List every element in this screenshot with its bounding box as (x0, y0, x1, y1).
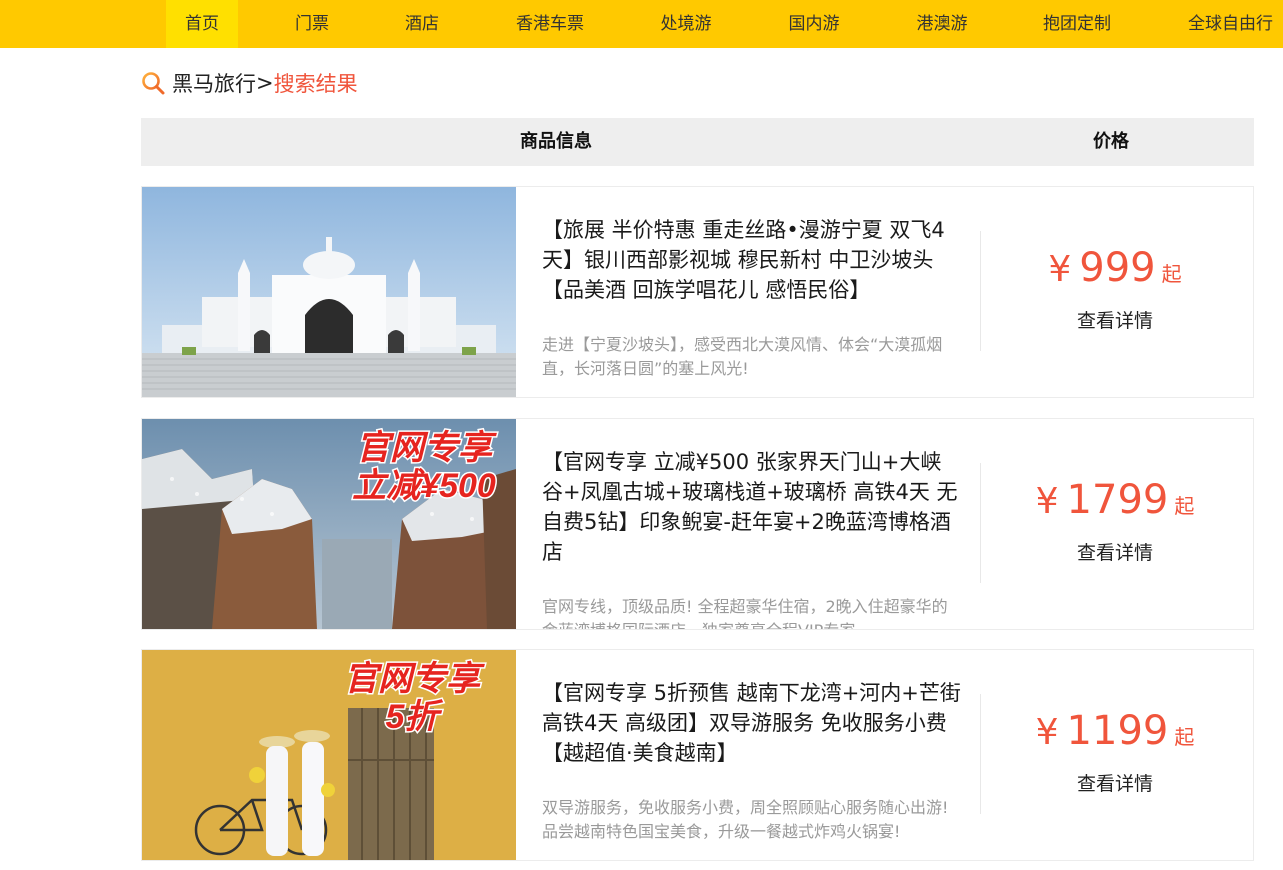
price-suffix: 起 (1174, 725, 1195, 749)
currency-symbol: ¥ (1035, 712, 1059, 753)
product-info: 【官网专享 5折预售 越南下龙湾+河内+芒街 高铁4天 高级团】双导游服务 免收… (542, 678, 962, 768)
breadcrumb: 黑马旅行 > 搜索结果 (140, 66, 358, 100)
nav-item-global-free-travel[interactable]: 全球自由行 (1174, 0, 1283, 48)
product-description: 双导游服务，免收服务小费，周全照顾贴心服务随心出游! 品尝越南特色国宝美食，升级… (542, 798, 949, 841)
price-value: 999 (1079, 245, 1156, 291)
nav-item-hk-macau-tours[interactable]: 港澳游 (899, 0, 985, 48)
view-details-link[interactable]: 查看详情 (982, 538, 1248, 565)
price-suffix: 起 (1161, 262, 1182, 286)
price-value: 1199 (1066, 708, 1169, 754)
product-info: 【旅展 半价特惠 重走丝路•漫游宁夏 双飞4天】银川西部影视城 穆民新村 中卫沙… (542, 215, 962, 305)
product-title[interactable]: 【官网专享 立减¥500 张家界天门山+大峡谷+凤凰古城+玻璃栈道+玻璃桥 高铁… (542, 447, 962, 567)
breadcrumb-current: 搜索结果 (273, 72, 358, 96)
nav-item-domestic-tours[interactable]: 国内游 (771, 0, 857, 48)
nav-item-tickets[interactable]: 门票 (276, 0, 348, 48)
view-details-link[interactable]: 查看详情 (982, 306, 1248, 333)
breadcrumb-home-link[interactable]: 黑马旅行 (172, 68, 256, 98)
price-box: ¥999 起 查看详情 (982, 242, 1248, 333)
currency-symbol: ¥ (1048, 249, 1072, 290)
product-price: ¥1799 起 (982, 474, 1248, 532)
nav-item-hk-bus-tickets[interactable]: 香港车票 (500, 0, 600, 48)
promo-banner-line2: 立减¥500 (352, 467, 496, 505)
product-row[interactable]: 官网专享 立减¥500 【官网专享 立减¥500 张家界天门山+大峡谷+凤凰古城… (141, 418, 1254, 630)
nav-item-hotels[interactable]: 酒店 (386, 0, 458, 48)
product-row[interactable]: 【旅展 半价特惠 重走丝路•漫游宁夏 双飞4天】银川西部影视城 穆民新村 中卫沙… (141, 186, 1254, 398)
product-image-vietnam[interactable]: 官网专享 5折 (142, 650, 516, 860)
product-row[interactable]: 官网专享 5折 【官网专享 5折预售 越南下龙湾+河内+芒街 高铁4天 高级团】… (141, 649, 1254, 861)
top-nav: 首页 门票 酒店 香港车票 处境游 国内游 港澳游 抱团定制 全球自由行 (0, 0, 1283, 48)
breadcrumb-separator: > (256, 71, 274, 95)
product-description: 走进【宁夏沙坡头】，感受西北大漠风情、体会“大漠孤烟直，长河落日圆”的塞上风光! (542, 335, 943, 378)
header-price: 价格 (1093, 131, 1129, 152)
product-title[interactable]: 【旅展 半价特惠 重走丝路•漫游宁夏 双飞4天】银川西部影视城 穆民新村 中卫沙… (542, 215, 962, 305)
divider (980, 694, 981, 814)
product-description: 官网专线，顶级品质! 全程超豪华住宿，2晚入住超豪华的金蓝湾博格国际酒店，独家尊… (542, 597, 948, 629)
nav-item-home[interactable]: 首页 (166, 0, 238, 48)
product-title[interactable]: 【官网专享 5折预售 越南下龙湾+河内+芒街 高铁4天 高级团】双导游服务 免收… (542, 678, 962, 768)
promo-banner: 官网专享 立减¥500 (351, 428, 499, 507)
search-icon (142, 72, 165, 95)
product-image-zhangjiajie[interactable]: 官网专享 立减¥500 (142, 419, 516, 629)
promo-banner-line1: 官网专享 (356, 429, 497, 467)
product-info: 【官网专享 立减¥500 张家界天门山+大峡谷+凤凰古城+玻璃栈道+玻璃桥 高铁… (542, 447, 962, 567)
divider (980, 463, 981, 583)
price-box: ¥1199 起 查看详情 (982, 705, 1248, 796)
header-product-info: 商品信息 (520, 131, 592, 152)
nav-item-outbound-tours[interactable]: 处境游 (643, 0, 729, 48)
divider (980, 231, 981, 351)
product-price: ¥999 起 (982, 242, 1248, 300)
results-table-header: 商品信息 价格 (141, 118, 1254, 166)
currency-symbol: ¥ (1035, 481, 1059, 522)
view-details-link[interactable]: 查看详情 (982, 769, 1248, 796)
nav-item-custom-group[interactable]: 抱团定制 (1028, 0, 1126, 48)
price-value: 1799 (1066, 477, 1169, 523)
product-image-mosque[interactable] (142, 187, 516, 397)
product-price: ¥1199 起 (982, 705, 1248, 763)
price-suffix: 起 (1174, 494, 1195, 518)
promo-banner-line1: 官网专享 (344, 660, 485, 698)
promo-banner-line2: 5折 (386, 698, 444, 736)
price-box: ¥1799 起 查看详情 (982, 474, 1248, 565)
